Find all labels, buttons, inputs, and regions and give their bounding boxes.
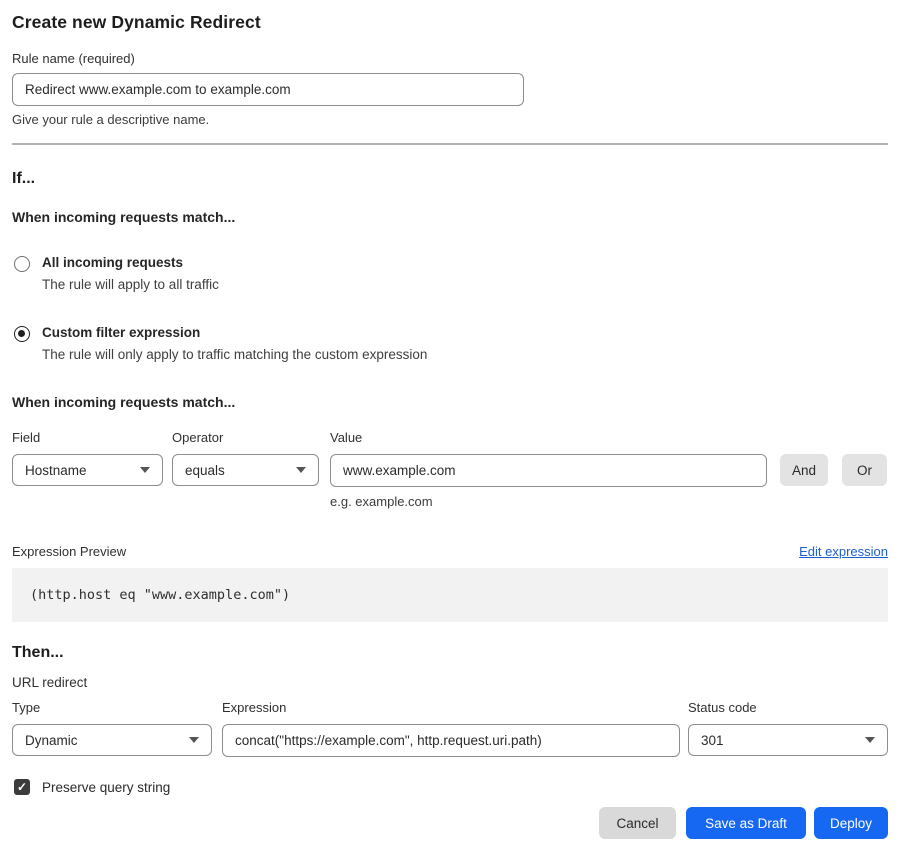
footer-actions: Cancel Save as Draft Deploy (12, 807, 888, 839)
radio-option-custom-filter[interactable]: Custom filter expression The rule will o… (12, 324, 888, 362)
value-help: e.g. example.com (330, 494, 767, 509)
expression-preview-header: Expression Preview Edit expression (12, 544, 888, 559)
preserve-query-label: Preserve query string (42, 780, 170, 795)
chevron-down-icon (189, 737, 199, 743)
status-code-label: Status code (688, 700, 888, 715)
value-label: Value (330, 430, 767, 445)
field-label: Field (12, 430, 163, 445)
rule-name-help: Give your rule a descriptive name. (12, 112, 888, 127)
section-divider (12, 143, 888, 145)
preserve-query-checkbox[interactable]: ✓ (14, 779, 30, 795)
status-code-select-value: 301 (701, 733, 724, 748)
condition-heading: When incoming requests match... (12, 394, 888, 410)
and-button[interactable]: And (780, 454, 828, 486)
chevron-down-icon (296, 467, 306, 473)
operator-label: Operator (172, 430, 319, 445)
expression-preview-code: (http.host eq "www.example.com") (12, 568, 888, 622)
expression-column: Expression (222, 700, 680, 757)
operator-select-value: equals (185, 463, 225, 478)
operator-select[interactable]: equals (172, 454, 319, 486)
then-heading: Then... (12, 644, 888, 662)
operator-column: Operator equals (172, 430, 319, 486)
radio-button-icon[interactable] (14, 256, 30, 272)
cancel-button[interactable]: Cancel (599, 807, 676, 839)
expression-preview-label: Expression Preview (12, 544, 126, 559)
save-as-draft-button[interactable]: Save as Draft (686, 807, 806, 839)
radio-option-texts: Custom filter expression The rule will o… (42, 324, 427, 362)
check-icon: ✓ (17, 781, 27, 793)
rule-name-label: Rule name (required) (12, 51, 888, 66)
edit-expression-link[interactable]: Edit expression (799, 544, 888, 559)
field-select[interactable]: Hostname (12, 454, 163, 486)
type-select-value: Dynamic (25, 733, 78, 748)
type-column: Type Dynamic (12, 700, 212, 756)
or-button[interactable]: Or (842, 454, 887, 486)
create-dynamic-redirect-page: Create new Dynamic Redirect Rule name (r… (0, 0, 907, 859)
chevron-down-icon (140, 467, 150, 473)
and-or-buttons: And Or (767, 454, 887, 486)
if-heading: If... (12, 170, 888, 188)
field-select-value: Hostname (25, 463, 87, 478)
redirect-settings-row: Type Dynamic Expression Status code 301 (12, 700, 888, 757)
expression-code-text: (http.host eq "www.example.com") (30, 587, 290, 603)
page-title: Create new Dynamic Redirect (12, 12, 888, 33)
redirect-expression-label: Expression (222, 700, 680, 715)
value-column: Value e.g. example.com (330, 430, 767, 509)
deploy-button[interactable]: Deploy (814, 807, 888, 839)
type-label: Type (12, 700, 212, 715)
value-input[interactable] (330, 454, 767, 487)
type-select[interactable]: Dynamic (12, 724, 212, 756)
radio-option-all-requests[interactable]: All incoming requests The rule will appl… (12, 254, 888, 292)
match-heading: When incoming requests match... (12, 209, 888, 225)
radio-option-label: All incoming requests (42, 255, 183, 270)
redirect-expression-input[interactable] (222, 724, 680, 757)
url-redirect-label: URL redirect (12, 675, 888, 690)
field-column: Field Hostname (12, 430, 163, 486)
radio-button-icon[interactable] (14, 326, 30, 342)
radio-option-texts: All incoming requests The rule will appl… (42, 254, 219, 292)
radio-option-description: The rule will apply to all traffic (42, 277, 219, 292)
status-code-column: Status code 301 (688, 700, 888, 756)
status-code-select[interactable]: 301 (688, 724, 888, 756)
radio-option-description: The rule will only apply to traffic matc… (42, 347, 427, 362)
preserve-query-row[interactable]: ✓ Preserve query string (12, 779, 888, 795)
condition-builder-row: Field Hostname Operator equals Value e.g… (12, 430, 888, 509)
radio-option-label: Custom filter expression (42, 325, 200, 340)
chevron-down-icon (865, 737, 875, 743)
match-radio-group: All incoming requests The rule will appl… (12, 254, 888, 362)
rule-name-input[interactable] (12, 73, 524, 106)
